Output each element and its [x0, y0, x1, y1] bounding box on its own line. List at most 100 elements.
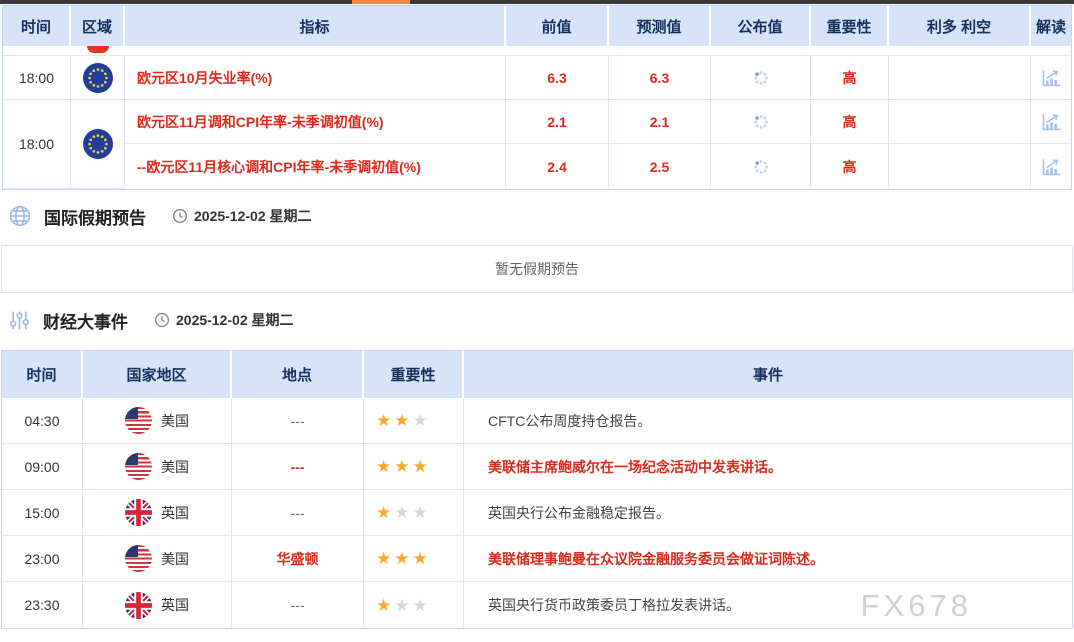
column-header-time: 时间: [2, 351, 83, 398]
previous-value: 2.1: [506, 100, 609, 144]
star-filled-icon: ★: [413, 550, 428, 567]
event-time: 04:30: [2, 398, 83, 444]
clock-icon: [172, 208, 188, 224]
country-name: 美国: [161, 549, 189, 569]
bias-cell: [889, 56, 1031, 100]
bar-chart-arrow-icon: [1040, 156, 1062, 178]
bias-cell: [889, 100, 1031, 144]
event-time: 23:00: [2, 536, 83, 582]
analysis-chart-button[interactable]: [1031, 56, 1071, 100]
indicator-link[interactable]: 欧元区10月失业率(%): [125, 56, 506, 100]
sliders-icon: [8, 309, 31, 332]
column-header-time: 时间: [3, 6, 71, 46]
importance-stars: ★★★: [364, 444, 464, 490]
clock-icon: [154, 312, 170, 328]
eu-flag-icon: [83, 129, 113, 159]
importance-badge: 高: [811, 100, 889, 144]
column-header-location: 地点: [232, 351, 364, 398]
indicator-link[interactable]: 欧元区11月调和CPI年率-未季调初值(%): [125, 100, 506, 144]
bar-chart-arrow-icon: [1040, 67, 1062, 89]
importance-badge: 高: [811, 56, 889, 100]
watermark: FX678: [861, 588, 972, 624]
country-name: 英国: [161, 503, 189, 523]
event-text: CFTC公布周度持仓报告。: [464, 398, 1072, 444]
holiday-section-header: 国际假期预告 2025-12-02 星期二: [0, 202, 1074, 230]
analysis-chart-button[interactable]: [1031, 144, 1071, 189]
uk-flag-icon: [125, 592, 152, 619]
flag-icon-partial: [87, 46, 109, 53]
eco-time: 18:00: [3, 56, 71, 100]
importance-badge: 高: [811, 144, 889, 189]
star-filled-icon: ★: [376, 504, 391, 521]
holiday-empty-box: 暂无假期预告: [1, 245, 1073, 293]
uk-flag-icon: [125, 499, 152, 526]
star-filled-icon: ★: [376, 597, 391, 614]
event-location: 华盛顿: [232, 536, 364, 582]
holiday-section-title: 国际假期预告: [44, 204, 146, 229]
holiday-empty-message: 暂无假期预告: [495, 259, 579, 279]
column-header-country: 国家地区: [83, 351, 232, 398]
us-flag-icon: [125, 407, 152, 434]
importance-stars: ★★★: [364, 536, 464, 582]
country-cell: 美国: [83, 444, 232, 490]
actual-value-cell: [711, 100, 811, 144]
column-header-indicator: 指标: [125, 6, 506, 46]
star-filled-icon: ★: [376, 458, 391, 475]
star-filled-icon: ★: [413, 458, 428, 475]
bias-cell: [889, 144, 1031, 189]
scrollbar-thumb[interactable]: [352, 0, 410, 4]
events-section-header: 财经大事件 2025-12-02 星期二: [0, 306, 1074, 334]
fx678-calendar-page: 时间 区域 指标 前值 预测值 公布值 重要性 利多 利空 解读 18:00 欧…: [0, 0, 1074, 642]
eco-time: 18:00: [3, 100, 71, 189]
star-empty-icon: ★: [413, 597, 428, 614]
star-filled-icon: ★: [394, 550, 409, 567]
events-section-title: 财经大事件: [43, 308, 128, 333]
event-location: ---: [232, 582, 364, 628]
country-name: 英国: [161, 595, 189, 615]
bar-chart-arrow-icon: [1040, 111, 1062, 133]
holiday-date-text: 2025-12-02 星期二: [194, 206, 312, 226]
star-filled-icon: ★: [394, 412, 409, 429]
event-text: 美联储主席鲍威尔在一场纪念活动中发表讲话。: [464, 444, 1072, 490]
column-header-event: 事件: [464, 351, 1072, 398]
forecast-value: 6.3: [609, 56, 711, 100]
eco-region-cell: [71, 100, 125, 189]
event-location: ---: [232, 444, 364, 490]
column-header-previous: 前值: [506, 6, 609, 46]
loading-spinner-icon: [753, 159, 769, 175]
events-date: 2025-12-02 星期二: [154, 310, 294, 330]
loading-spinner-icon: [753, 114, 769, 130]
economic-calendar-table: 时间 区域 指标 前值 预测值 公布值 重要性 利多 利空 解读 18:00 欧…: [2, 5, 1072, 190]
partial-row: [3, 46, 1071, 56]
forecast-value: 2.5: [609, 144, 711, 189]
globe-icon: [8, 204, 32, 228]
indicator-link[interactable]: --欧元区11月核心调和CPI年率-未季调初值(%): [125, 144, 506, 189]
scrollbar-track: [0, 0, 1074, 4]
loading-spinner-icon: [753, 70, 769, 86]
analysis-chart-button[interactable]: [1031, 100, 1071, 144]
eu-flag-icon: [83, 63, 113, 93]
previous-value: 2.4: [506, 144, 609, 189]
country-name: 美国: [161, 411, 189, 431]
column-header-actual: 公布值: [711, 6, 811, 46]
event-time: 23:30: [2, 582, 83, 628]
star-empty-icon: ★: [413, 504, 428, 521]
holiday-date: 2025-12-02 星期二: [172, 206, 312, 226]
country-cell: 英国: [83, 490, 232, 536]
star-filled-icon: ★: [376, 412, 391, 429]
star-empty-icon: ★: [394, 504, 409, 521]
actual-value-cell: [711, 144, 811, 189]
star-filled-icon: ★: [376, 550, 391, 567]
importance-stars: ★★★: [364, 398, 464, 444]
importance-stars: ★★★: [364, 582, 464, 628]
actual-value-cell: [711, 56, 811, 100]
country-name: 美国: [161, 457, 189, 477]
country-cell: 英国: [83, 582, 232, 628]
us-flag-icon: [125, 453, 152, 480]
event-text: 英国央行货币政策委员丁格拉发表讲话。: [464, 582, 1072, 628]
event-text: 美联储理事鲍曼在众议院金融服务委员会做证词陈述。: [464, 536, 1072, 582]
forecast-value: 2.1: [609, 100, 711, 144]
eco-region-cell: [71, 56, 125, 100]
previous-value: 6.3: [506, 56, 609, 100]
country-cell: 美国: [83, 398, 232, 444]
